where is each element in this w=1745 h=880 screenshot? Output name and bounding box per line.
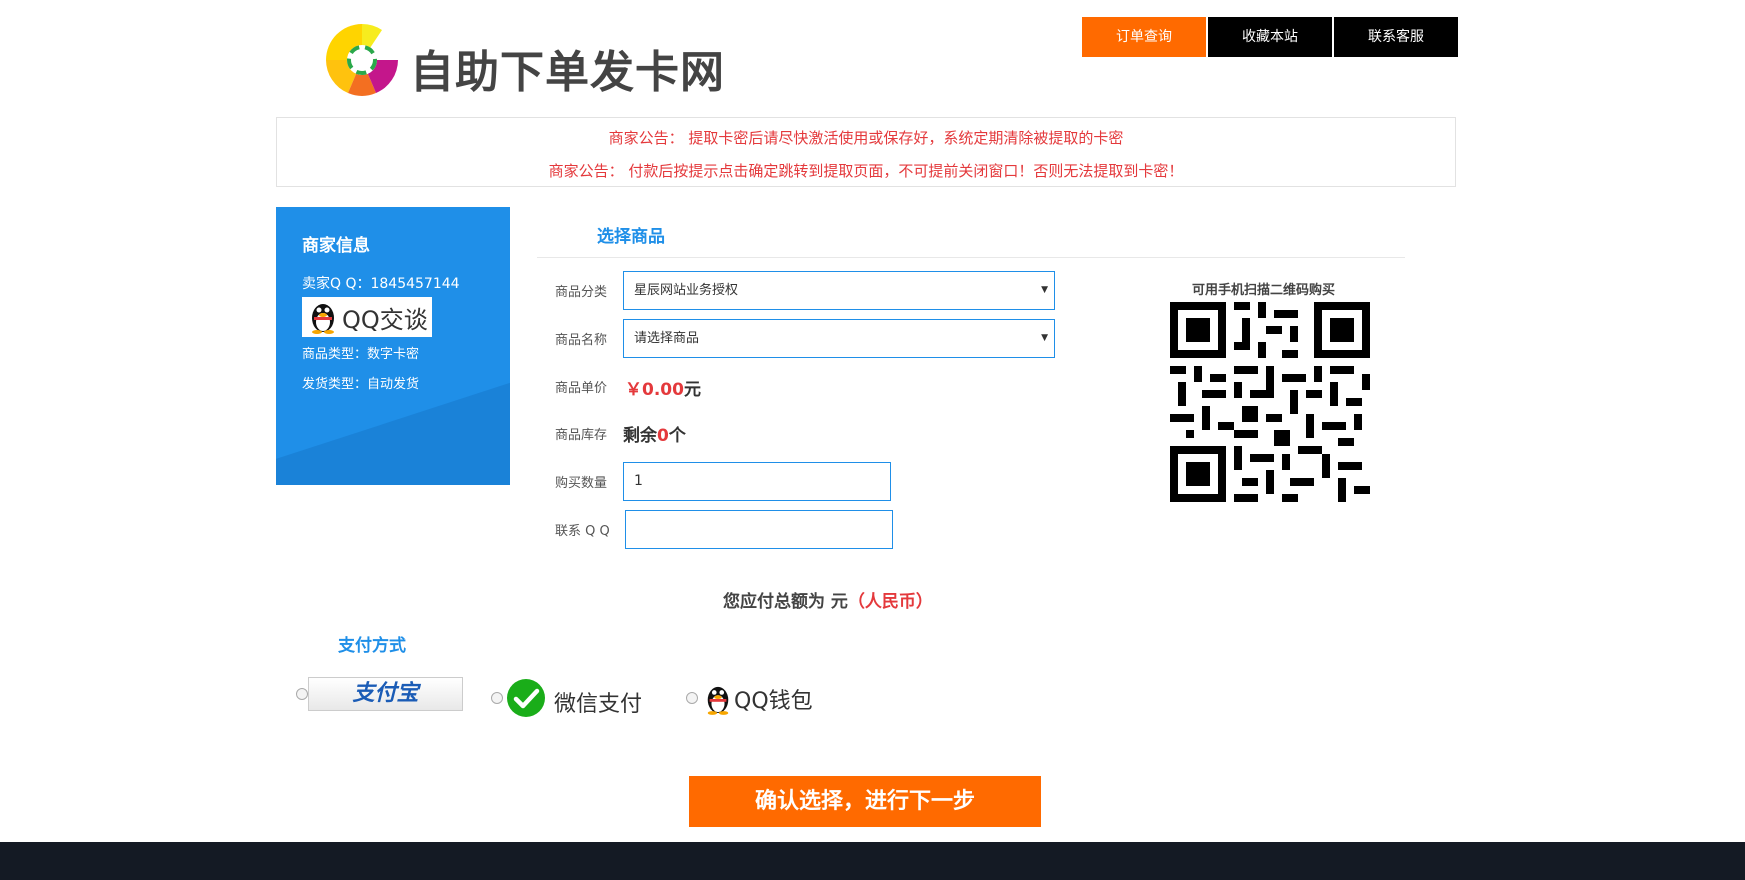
- quantity-input[interactable]: 1: [623, 462, 891, 501]
- qr-code-icon: [1170, 302, 1370, 502]
- shipping-type: 发货类型：自动发货: [302, 377, 420, 392]
- wechat-pay-icon: [507, 679, 545, 717]
- contact-qq-input[interactable]: [625, 510, 893, 549]
- total-amount: 您应付总额为 元（人民币）: [723, 587, 933, 612]
- notice-box: 商家公告： 提取卡密后请尽快激活使用或保存好，系统定期清除被提取的卡密 商家公告…: [276, 117, 1456, 187]
- stock-suffix: 个: [668, 426, 686, 446]
- page: 自助下单发卡网 订单查询 收藏本站 联系客服 商家公告： 提取卡密后请尽快激活使…: [0, 0, 1745, 880]
- alipay-logo[interactable]: 支付宝: [308, 677, 463, 711]
- product-name-value: 请选择商品: [634, 331, 700, 346]
- stock-prefix: 剩余: [623, 426, 657, 446]
- site-logo-icon: [326, 23, 398, 96]
- chevron-down-icon: ▼: [1041, 285, 1048, 295]
- nav-order-query[interactable]: 订单查询: [1082, 17, 1206, 57]
- total-label: 您应付总额为 元: [723, 592, 848, 612]
- seller-qq: 卖家Q Q：1845457144: [302, 276, 460, 292]
- category-label: 商品分类: [555, 285, 608, 300]
- site-title: 自助下单发卡网: [410, 47, 725, 98]
- nav-bookmark[interactable]: 收藏本站: [1208, 17, 1332, 57]
- nav-contact-support[interactable]: 联系客服: [1334, 17, 1458, 57]
- contact-qq-label: 联系 Q Q: [555, 524, 610, 539]
- qq-chat-label: QQ交谈: [342, 305, 428, 334]
- wechat-pay-option[interactable]: 微信支付: [506, 678, 642, 718]
- product-type: 商品类型：数字卡密: [302, 347, 420, 362]
- total-currency: （人民币）: [847, 592, 933, 612]
- qq-penguin-icon: [312, 304, 334, 334]
- quantity-label: 购买数量: [555, 476, 608, 491]
- qr-title: 可用手机扫描二维码购买: [1192, 283, 1336, 298]
- unit-price: ￥0.00元: [625, 375, 701, 400]
- category-select[interactable]: 星辰网站业务授权 ▼: [623, 271, 1055, 310]
- notice-line: 商家公告： 提取卡密后请尽快激活使用或保存好，系统定期清除被提取的卡密: [608, 129, 1124, 147]
- top-nav: 订单查询 收藏本站 联系客服: [1082, 17, 1458, 57]
- qq-chat-button[interactable]: QQ交谈: [302, 297, 432, 337]
- wechat-pay-label: 微信支付: [554, 692, 643, 717]
- confirm-button[interactable]: 确认选择，进行下一步: [689, 776, 1041, 827]
- merchant-info-panel: 商家信息 卖家Q Q：1845457144 QQ交谈 商品类型：数字卡密 发货类…: [276, 207, 510, 485]
- product-name-select[interactable]: 请选择商品 ▼: [623, 319, 1055, 358]
- notice-line: 商家公告： 付款后按提示点击确定跳转到提取页面，不可提前关闭窗口！否则无法提取到…: [548, 162, 1184, 180]
- qq-wallet-option[interactable]: QQ钱包: [704, 683, 813, 715]
- product-name-label: 商品名称: [555, 333, 608, 348]
- payment-title: 支付方式: [338, 636, 406, 656]
- chevron-down-icon: ▼: [1041, 333, 1048, 343]
- qq-wallet-label: QQ钱包: [734, 689, 813, 714]
- unit-price-label: 商品单价: [555, 381, 608, 396]
- wechat-radio[interactable]: [491, 692, 503, 704]
- divider: [537, 257, 1405, 258]
- unit-price-value: ￥0.00: [625, 380, 684, 400]
- stock-label: 商品库存: [555, 428, 608, 443]
- footer: [0, 842, 1745, 880]
- alipay-radio[interactable]: [296, 688, 308, 700]
- stock-value: 剩余0个: [623, 421, 686, 446]
- merchant-title: 商家信息: [302, 236, 370, 256]
- section-title: 选择商品: [597, 227, 665, 247]
- category-value: 星辰网站业务授权: [634, 283, 739, 298]
- qqwallet-radio[interactable]: [686, 692, 698, 704]
- stock-count: 0: [657, 426, 669, 446]
- qq-penguin-icon: [707, 686, 729, 715]
- unit-price-currency: 元: [683, 380, 701, 400]
